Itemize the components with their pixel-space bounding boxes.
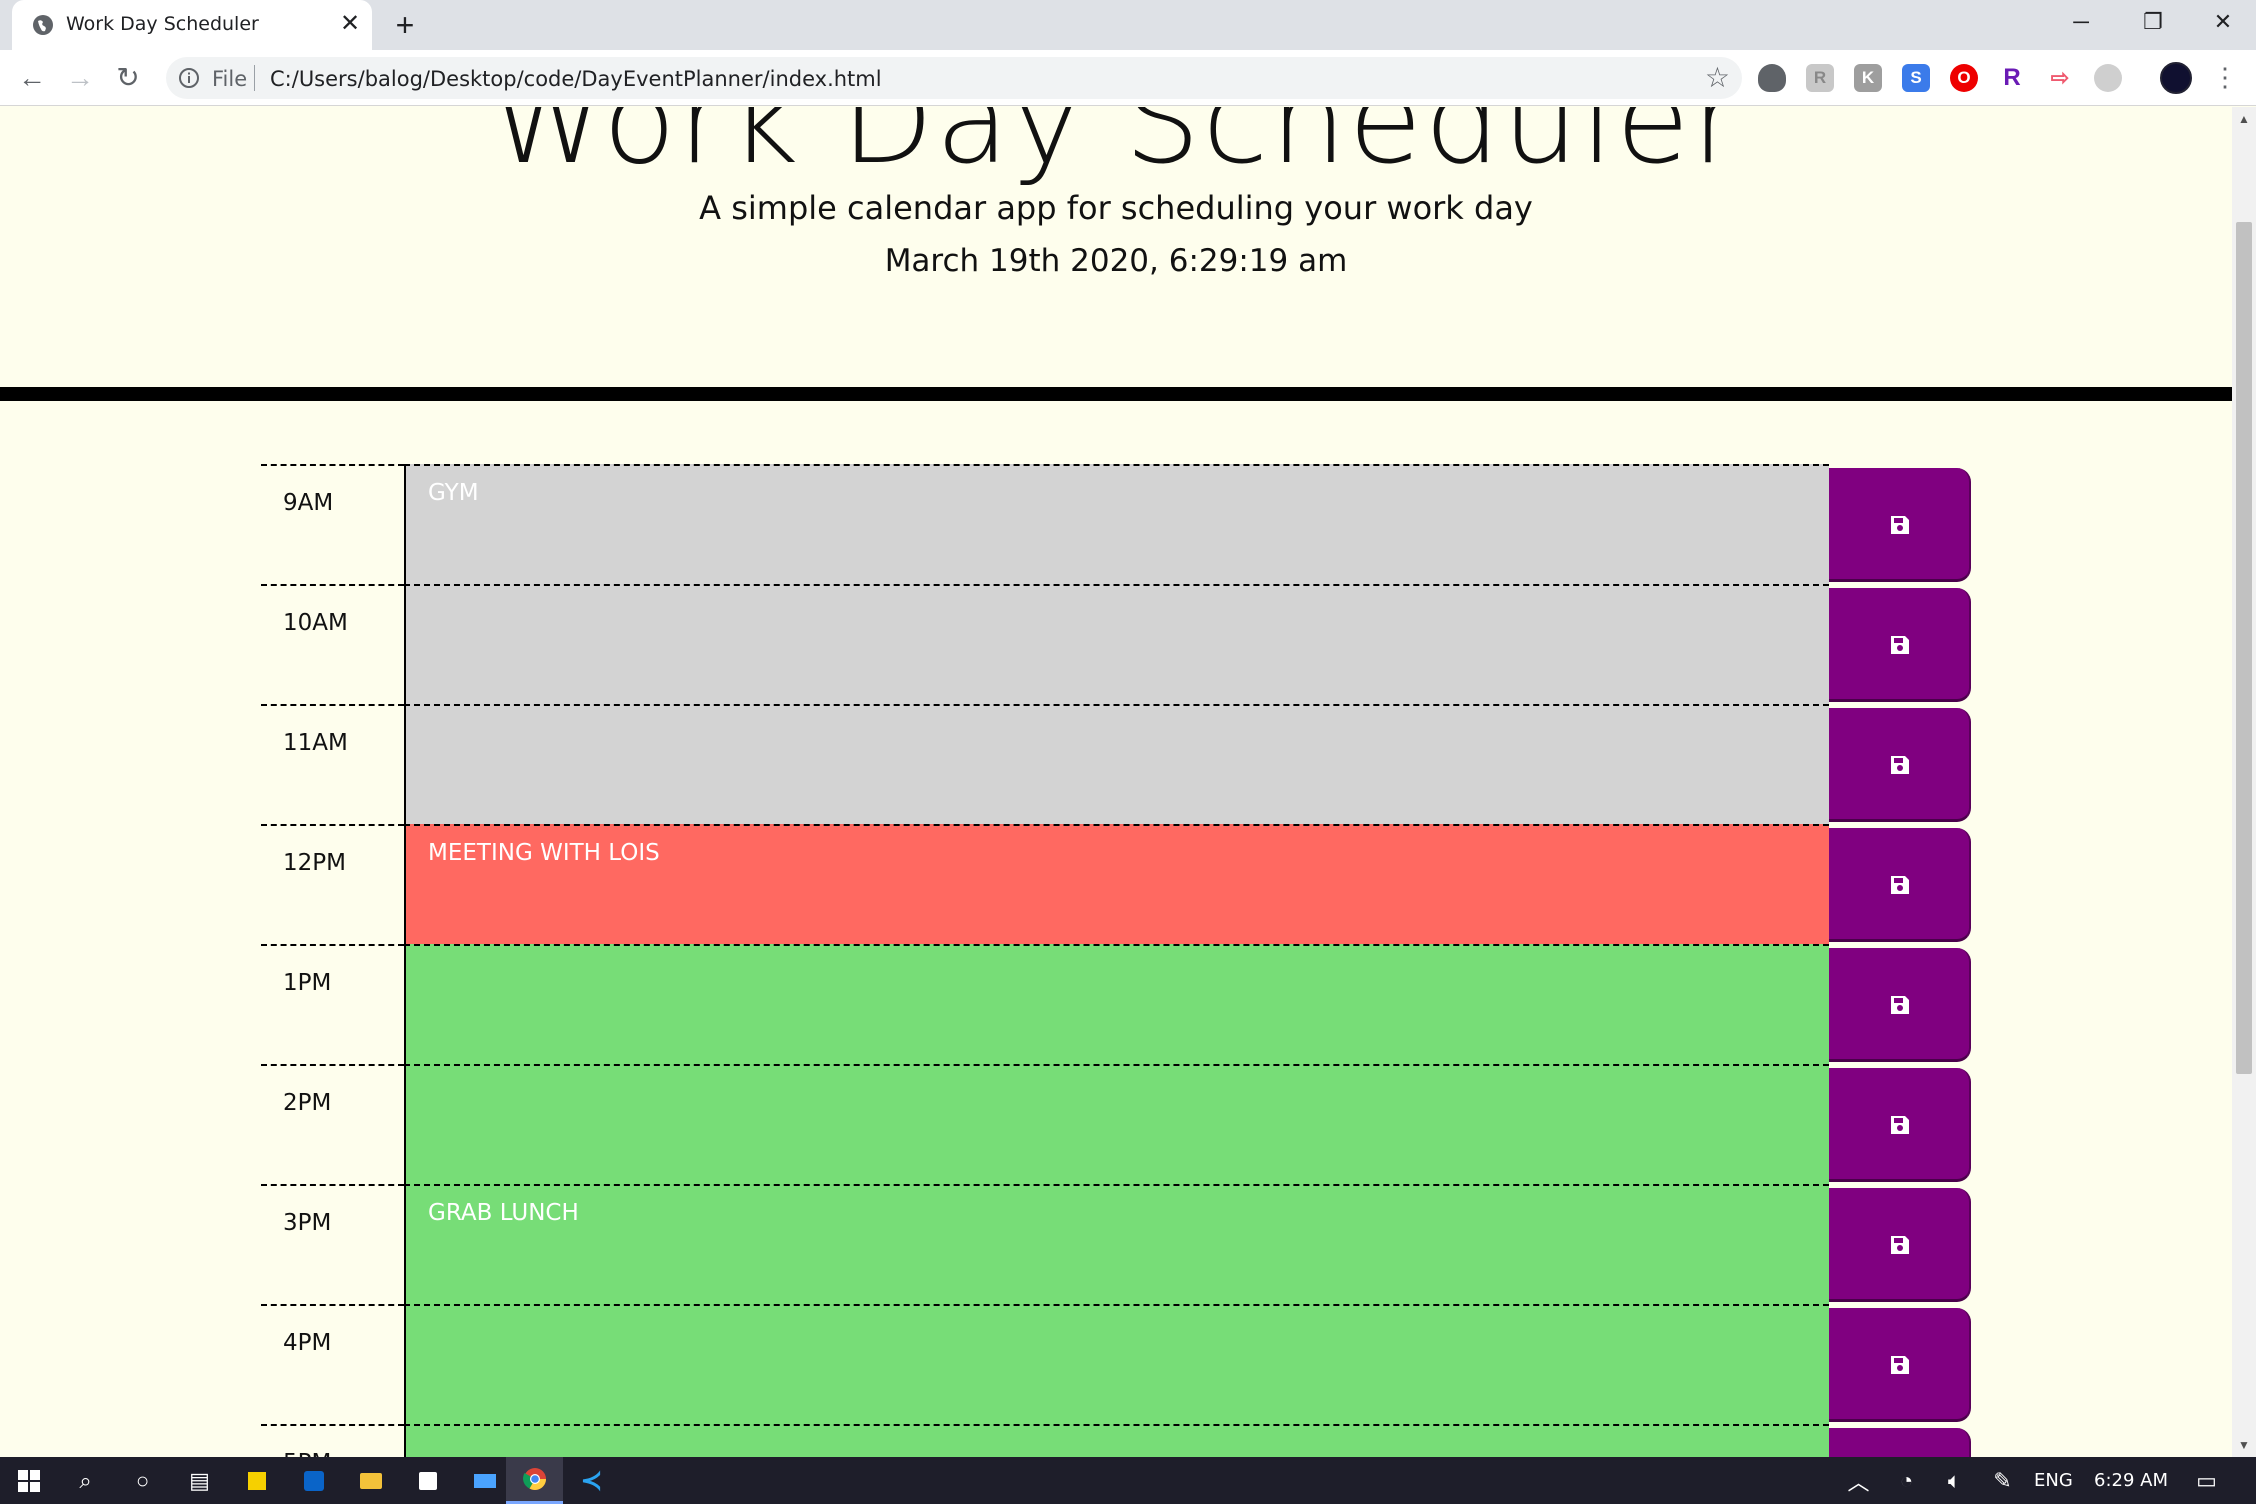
time-block: 4PM: [261, 1304, 1971, 1424]
save-button[interactable]: [1829, 1188, 1971, 1302]
scroll-thumb[interactable]: [2236, 222, 2252, 1074]
mail-icon[interactable]: [456, 1457, 513, 1504]
browser-tab[interactable]: Work Day Scheduler ✕: [12, 0, 372, 50]
save-icon: [1891, 516, 1909, 534]
new-tab-button[interactable]: +: [388, 9, 422, 43]
cortana-icon[interactable]: ○: [114, 1457, 171, 1504]
save-button[interactable]: [1829, 828, 1971, 942]
scroll-up-arrow-icon[interactable]: ▲: [2232, 109, 2256, 129]
tab-close-icon[interactable]: ✕: [335, 9, 365, 39]
scroll-down-arrow-icon[interactable]: ▼: [2232, 1435, 2256, 1455]
time-block: 11AM: [261, 704, 1971, 824]
time-block: 3PM GRAB LUNCH: [261, 1184, 1971, 1304]
hour-label: 1PM: [261, 944, 404, 1064]
pocket-icon[interactable]: ⇨: [2046, 64, 2074, 92]
time-block-list: 9AM GYM 10AM 11AM 12PM MEETING WITH LOIS…: [261, 464, 1971, 1457]
store-icon[interactable]: [399, 1457, 456, 1504]
hour-label: 5PM: [261, 1424, 404, 1457]
browser-toolbar: ← → ↻ File C:/Users/balog/Desktop/code/D…: [0, 50, 2256, 106]
event-description[interactable]: [404, 1424, 1829, 1457]
event-description[interactable]: [404, 704, 1829, 824]
k-icon[interactable]: K: [1854, 64, 1882, 92]
url-scheme-label: File: [212, 67, 248, 91]
url-text[interactable]: C:/Users/balog/Desktop/code/DayEventPlan…: [270, 67, 882, 91]
hour-label: 2PM: [261, 1064, 404, 1184]
hour-label: 11AM: [261, 704, 404, 824]
clock[interactable]: 6:29 AM: [2094, 1470, 2168, 1491]
save-button[interactable]: [1829, 588, 1971, 702]
tab-strip: Work Day Scheduler ✕ + ─ ❐ ✕: [0, 0, 2256, 50]
event-description[interactable]: [404, 944, 1829, 1064]
divider: [254, 65, 255, 91]
back-arrow-icon[interactable]: ←: [14, 60, 50, 96]
r-purple-icon[interactable]: R: [1998, 64, 2026, 92]
event-description[interactable]: GYM: [404, 464, 1829, 584]
reload-icon[interactable]: ↻: [110, 60, 146, 96]
globe-icon: [33, 15, 53, 35]
event-description[interactable]: GRAB LUNCH: [404, 1184, 1829, 1304]
search-icon[interactable]: ⌕: [57, 1457, 114, 1504]
save-button[interactable]: [1829, 948, 1971, 1062]
info-icon[interactable]: [178, 67, 200, 89]
save-button[interactable]: [1829, 468, 1971, 582]
event-description[interactable]: [404, 1304, 1829, 1424]
page-title: Work Day Scheduler: [489, 107, 1743, 191]
time-block: 9AM GYM: [261, 464, 1971, 584]
save-button[interactable]: [1829, 1428, 1971, 1457]
event-description[interactable]: MEETING WITH LOIS: [404, 824, 1829, 944]
save-button[interactable]: [1829, 1308, 1971, 1422]
time-block: 1PM: [261, 944, 1971, 1064]
save-icon: [1891, 996, 1909, 1014]
hour-label: 9AM: [261, 464, 404, 584]
menu-dots-icon[interactable]: ⋮: [2212, 62, 2238, 94]
hour-label: 10AM: [261, 584, 404, 704]
file-explorer-icon[interactable]: [342, 1457, 399, 1504]
page-viewport: Work Day Scheduler A simple calendar app…: [0, 107, 2232, 1457]
save-button[interactable]: [1829, 708, 1971, 822]
restore-button[interactable]: ❐: [2120, 0, 2186, 44]
circle-icon[interactable]: [2094, 64, 2122, 92]
save-icon: [1891, 636, 1909, 654]
time-block: 5PM: [261, 1424, 1971, 1457]
page-scrollbar[interactable]: ▲ ▼: [2232, 107, 2256, 1457]
window-close-button[interactable]: ✕: [2190, 0, 2256, 44]
s-blue-icon[interactable]: S: [1902, 64, 1930, 92]
chrome-icon[interactable]: [506, 1457, 563, 1504]
outlook-icon[interactable]: [285, 1457, 342, 1504]
time-block: 2PM: [261, 1064, 1971, 1184]
taskbar: ⌕ ○ ▤ ≺ ︿ ◔ 🔈︎ ✎ ENG 6:29 AM ▭: [0, 1457, 2256, 1504]
task-view-icon[interactable]: ▤: [171, 1457, 228, 1504]
windows-start-icon[interactable]: [0, 1457, 57, 1504]
current-day: March 19th 2020, 6:29:19 am: [884, 243, 1348, 279]
opera-icon[interactable]: O: [1950, 64, 1978, 92]
address-bar[interactable]: File C:/Users/balog/Desktop/code/DayEven…: [166, 57, 1742, 99]
vscode-icon[interactable]: ≺: [563, 1457, 620, 1504]
tab-title: Work Day Scheduler: [66, 13, 259, 35]
hour-label: 4PM: [261, 1304, 404, 1424]
page-subtitle: A simple calendar app for scheduling you…: [699, 189, 1533, 227]
header: Work Day Scheduler A simple calendar app…: [0, 107, 2232, 401]
r-grey-icon[interactable]: R: [1806, 64, 1834, 92]
save-icon: [1891, 1116, 1909, 1134]
avatar[interactable]: [2160, 62, 2192, 94]
time-block: 10AM: [261, 584, 1971, 704]
event-description[interactable]: [404, 584, 1829, 704]
action-center-icon[interactable]: ▭: [2178, 1457, 2235, 1504]
save-icon: [1891, 1356, 1909, 1374]
language-indicator[interactable]: ENG: [2034, 1470, 2073, 1491]
minimize-button[interactable]: ─: [2048, 0, 2114, 44]
save-icon: [1891, 756, 1909, 774]
forward-arrow-icon[interactable]: →: [62, 60, 98, 96]
save-button[interactable]: [1829, 1068, 1971, 1182]
event-description[interactable]: [404, 1064, 1829, 1184]
save-icon: [1891, 1236, 1909, 1254]
hour-label: 3PM: [261, 1184, 404, 1304]
time-block: 12PM MEETING WITH LOIS: [261, 824, 1971, 944]
save-icon: [1891, 876, 1909, 894]
pen-icon[interactable]: ✎: [1974, 1457, 2031, 1504]
shield-icon[interactable]: [1758, 64, 1786, 92]
hour-label: 12PM: [261, 824, 404, 944]
bookmark-star-icon[interactable]: ☆: [1705, 61, 1730, 94]
sticky-notes-icon[interactable]: [228, 1457, 285, 1504]
